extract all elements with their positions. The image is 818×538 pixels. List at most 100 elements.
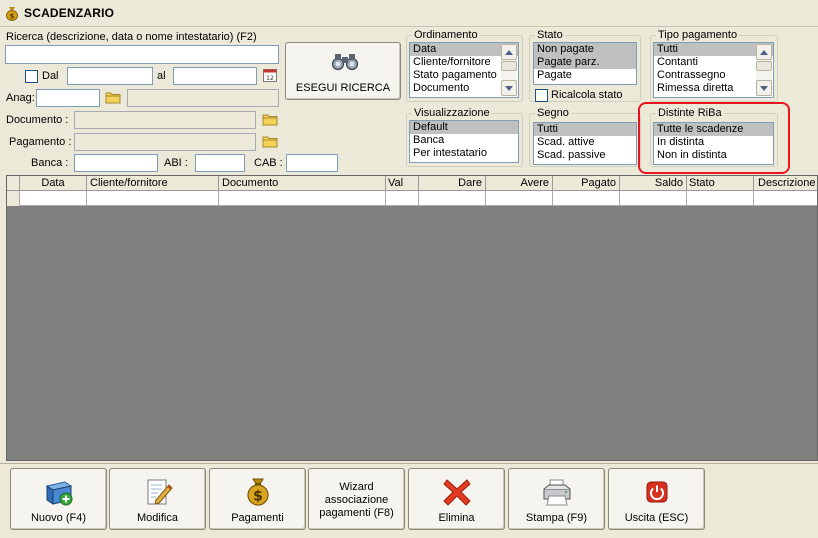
highlight-frame: [638, 102, 790, 174]
printer-icon: [543, 479, 570, 506]
abi-input[interactable]: [195, 154, 245, 172]
banca-input[interactable]: [74, 154, 158, 172]
date-from-input[interactable]: [67, 67, 153, 85]
scroll-thumb[interactable]: [501, 61, 517, 71]
modifica-button[interactable]: Modifica: [109, 468, 206, 530]
new-document-icon: [45, 481, 72, 506]
vis-item-intestatario[interactable]: Per intestatario: [410, 147, 518, 160]
grid-cell[interactable]: [620, 191, 687, 206]
column-descrizione[interactable]: Descrizione: [754, 176, 817, 191]
scroll-up-button[interactable]: [501, 44, 517, 60]
segno-list[interactable]: Tutti Scad. attive Scad. passive: [533, 122, 637, 165]
stato-list[interactable]: Non pagate Pagate parz. Pagate: [533, 42, 637, 85]
grid-row-header-corner: [7, 176, 20, 191]
pagamento-browse-button[interactable]: [261, 132, 279, 150]
uscita-button[interactable]: Uscita (ESC): [608, 468, 705, 530]
pagamenti-button[interactable]: $ Pagamenti: [209, 468, 306, 530]
grid-cell[interactable]: [486, 191, 553, 206]
grid-cell[interactable]: [553, 191, 620, 206]
anag-code-input[interactable]: [36, 89, 100, 107]
search-button[interactable]: ESEGUI RICERCA: [285, 42, 401, 100]
ricalcola-checkbox[interactable]: [535, 89, 548, 102]
stato-item-pagate[interactable]: Pagate: [534, 69, 636, 82]
grid-header: Data Cliente/fornitore Documento Val Dar…: [7, 176, 817, 191]
date-to-input[interactable]: [173, 67, 257, 85]
chevron-up-icon: [505, 49, 513, 55]
pagamento-label: Pagamento :: [9, 136, 72, 148]
scroll-down-button[interactable]: [756, 80, 772, 96]
grid-cell[interactable]: [87, 191, 219, 206]
scroll-up-button[interactable]: [756, 44, 772, 60]
column-pagato[interactable]: Pagato: [553, 176, 620, 191]
pagamenti-label: Pagamenti: [231, 512, 284, 524]
nuovo-button[interactable]: Nuovo (F4): [10, 468, 107, 530]
column-avere[interactable]: Avere: [486, 176, 553, 191]
calendar-button[interactable]: 12: [261, 66, 279, 84]
cab-input[interactable]: [286, 154, 338, 172]
uscita-label: Uscita (ESC): [624, 512, 689, 524]
column-dare[interactable]: Dare: [419, 176, 486, 191]
scadenze-grid[interactable]: Data Cliente/fornitore Documento Val Dar…: [6, 175, 818, 461]
dal-checkbox[interactable]: [25, 70, 38, 83]
svg-text:12: 12: [266, 75, 274, 82]
search-button-label: ESEGUI RICERCA: [295, 82, 391, 94]
stato-title: Stato: [535, 29, 565, 41]
grid-cell[interactable]: [419, 191, 486, 206]
scroll-down-button[interactable]: [501, 80, 517, 96]
stampa-button[interactable]: Stampa (F9): [508, 468, 605, 530]
vis-item-banca[interactable]: Banca: [410, 134, 518, 147]
grid-cell[interactable]: [219, 191, 386, 206]
grid-cell[interactable]: [20, 191, 87, 206]
vis-item-default[interactable]: Default: [410, 121, 518, 134]
column-val[interactable]: Val: [386, 176, 419, 191]
banca-label: Banca :: [31, 157, 69, 169]
row-header[interactable]: [7, 191, 20, 206]
column-documento[interactable]: Documento: [219, 176, 386, 191]
folder-icon: [262, 136, 278, 148]
chevron-down-icon: [505, 85, 513, 91]
documento-label: Documento :: [6, 114, 69, 126]
delete-x-icon: [442, 479, 471, 506]
binoculars-icon: [331, 54, 359, 71]
grid-cell[interactable]: [687, 191, 754, 206]
al-label: al: [157, 70, 166, 82]
column-cliente[interactable]: Cliente/fornitore: [87, 176, 219, 191]
documento-browse-button[interactable]: [261, 110, 279, 128]
grid-cell[interactable]: [386, 191, 419, 206]
visualizzazione-list[interactable]: Default Banca Per intestatario: [409, 120, 519, 163]
pagamento-display: [74, 133, 256, 151]
table-row[interactable]: [7, 191, 817, 206]
anag-browse-button[interactable]: [104, 88, 122, 106]
visualizzazione-title: Visualizzazione: [412, 107, 492, 119]
money-bag-icon: $: [246, 478, 269, 506]
dal-label: Dal: [42, 70, 59, 82]
search-input[interactable]: [5, 45, 279, 64]
stato-item-non-pagate[interactable]: Non pagate: [534, 43, 636, 56]
ordinamento-scrollbar[interactable]: [501, 44, 517, 96]
svg-text:$: $: [10, 13, 15, 21]
chevron-down-icon: [760, 85, 768, 91]
wizard-button[interactable]: Wizard associazione pagamenti (F8): [308, 468, 405, 530]
chevron-up-icon: [760, 49, 768, 55]
calendar-icon: 12: [263, 69, 277, 82]
segno-item-passive[interactable]: Scad. passive: [534, 149, 636, 162]
anag-name-display: [127, 89, 279, 107]
stato-item-pagate-parz[interactable]: Pagate parz.: [534, 56, 636, 69]
column-data[interactable]: Data: [20, 176, 87, 191]
ordinamento-list[interactable]: Data Cliente/fornitore Stato pagamento D…: [409, 42, 519, 98]
grid-cell[interactable]: [754, 191, 817, 206]
folder-icon: [262, 114, 278, 126]
title-bar: $ SCADENZARIO: [0, 0, 818, 27]
wizard-label: Wizard associazione pagamenti (F8): [319, 481, 394, 519]
column-saldo[interactable]: Saldo: [620, 176, 687, 191]
folder-icon: [105, 92, 121, 104]
elimina-button[interactable]: Elimina: [408, 468, 505, 530]
power-icon: [646, 481, 667, 503]
window-title: SCADENZARIO: [24, 6, 115, 20]
scroll-thumb[interactable]: [756, 61, 772, 71]
column-stato[interactable]: Stato: [687, 176, 754, 191]
segno-item-attive[interactable]: Scad. attive: [534, 136, 636, 149]
segno-item-tutti[interactable]: Tutti: [534, 123, 636, 136]
tipo-pagamento-list[interactable]: Tutti Contanti Contrassegno Rimessa dire…: [653, 42, 774, 98]
tipo-pagamento-scrollbar[interactable]: [756, 44, 772, 96]
